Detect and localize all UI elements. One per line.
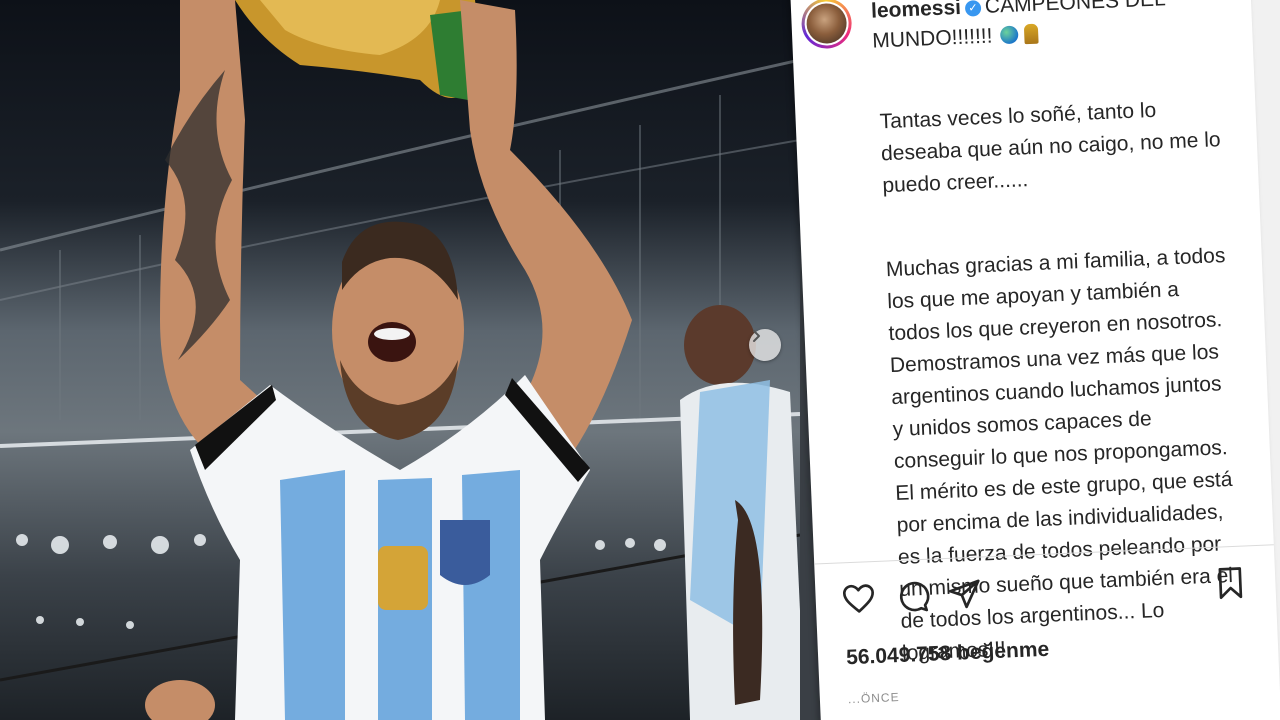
username-link[interactable]: leomessi — [871, 0, 962, 23]
likes-number: 56.049.758 — [845, 641, 952, 670]
post-photo-illustration — [0, 0, 800, 720]
verified-badge-icon: ✓ — [964, 0, 982, 17]
next-photo-button[interactable] — [749, 329, 781, 361]
avatar-ring — [803, 0, 850, 47]
likes-word: beğenme — [956, 637, 1050, 665]
caption-header: leomessi ✓ CAMPEONES DEL MUNDO!!!!!!! — [871, 0, 1203, 57]
globe-emoji-icon — [1000, 25, 1019, 45]
caption-paragraph: Tantas veces lo soñé, tanto lo deseaba q… — [879, 98, 1222, 198]
heart-icon — [842, 584, 874, 613]
avatar-image — [805, 2, 848, 45]
post-header: leomessi ✓ CAMPEONES DEL MUNDO!!!!!!! — [800, 0, 1233, 60]
post-sidebar: leomessi ✓ CAMPEONES DEL MUNDO!!!!!!! Tant… — [790, 0, 1280, 720]
screenshot-stage: leomessi ✓ CAMPEONES DEL MUNDO!!!!!!! Tant… — [0, 0, 1280, 720]
post-photo[interactable] — [0, 0, 800, 720]
trophy-emoji-icon — [1023, 23, 1039, 45]
share-button[interactable] — [947, 576, 984, 613]
save-button[interactable] — [1213, 565, 1250, 602]
bookmark-icon — [1218, 567, 1243, 599]
caption-body: Tantas veces lo soñé, tanto lo deseaba q… — [878, 60, 1250, 720]
comment-icon — [899, 581, 930, 612]
comment-button[interactable] — [895, 579, 932, 616]
chevron-right-icon — [753, 330, 760, 342]
post-timestamp: ...ÖNCE — [847, 690, 900, 707]
avatar[interactable] — [800, 0, 853, 50]
like-button[interactable] — [841, 581, 878, 618]
paper-plane-icon — [948, 579, 980, 609]
